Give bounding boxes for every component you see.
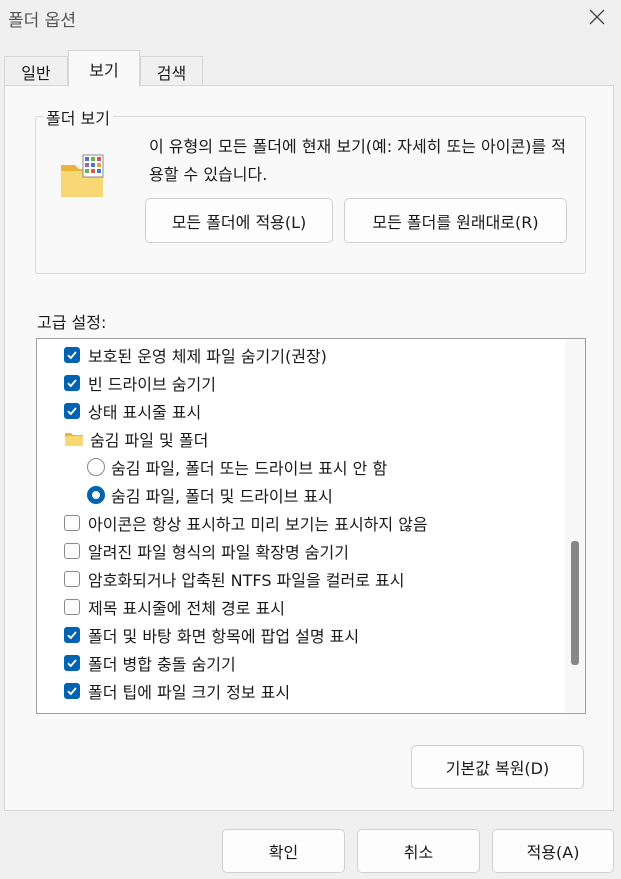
option-label: 숨김 파일 및 폴더 bbox=[90, 431, 209, 450]
checkbox-checked[interactable] bbox=[64, 375, 80, 391]
checkbox-option[interactable]: 폴더 병합 충돌 숨기기 bbox=[64, 649, 584, 677]
checkbox-option[interactable]: 암호화되거나 압축된 NTFS 파일을 컬러로 표시 bbox=[64, 565, 584, 593]
option-label: 알려진 파일 형식의 파일 확장명 숨기기 bbox=[88, 543, 349, 562]
checkmark-icon bbox=[67, 379, 77, 388]
option-label: 제목 표시줄에 전체 경로 표시 bbox=[88, 599, 285, 618]
list-scrollbar[interactable] bbox=[565, 339, 585, 713]
folder-view-icon bbox=[61, 154, 104, 197]
reset-folders-button[interactable]: 모든 폴더를 원래대로(R) bbox=[344, 198, 567, 243]
checkbox-checked[interactable] bbox=[64, 627, 80, 643]
advanced-settings-list[interactable]: 보호된 운영 체제 파일 숨기기(권장) 빈 드라이브 숨기기상태 표시줄 표시숨… bbox=[36, 338, 586, 714]
scrollbar-thumb[interactable] bbox=[571, 541, 579, 665]
radio-selected[interactable] bbox=[87, 486, 105, 504]
checkbox-checked[interactable] bbox=[64, 655, 80, 671]
checkbox-unchecked[interactable] bbox=[64, 543, 80, 559]
checkmark-icon bbox=[67, 687, 77, 696]
checkmark-icon bbox=[67, 659, 77, 668]
option-label: 상태 표시줄 표시 bbox=[88, 403, 202, 422]
checkbox-option[interactable]: 보호된 운영 체제 파일 숨기기(권장) bbox=[64, 341, 584, 369]
option-label: 암호화되거나 압축된 NTFS 파일을 컬러로 표시 bbox=[88, 571, 405, 590]
title-bar: 폴더 옵션 bbox=[0, 0, 621, 36]
checkbox-unchecked[interactable] bbox=[64, 599, 80, 615]
checkbox-checked[interactable] bbox=[64, 403, 80, 419]
ok-button[interactable]: 확인 bbox=[222, 829, 345, 873]
checkbox-option[interactable]: 빈 드라이브 숨기기 bbox=[64, 369, 584, 397]
tab-search[interactable]: 검색 bbox=[140, 56, 203, 86]
checkbox-checked[interactable] bbox=[64, 347, 80, 363]
checkbox-option[interactable]: 폴더 팁에 파일 크기 정보 표시 bbox=[64, 677, 584, 705]
folder-views-description: 이 유형의 모든 폴더에 현재 보기(예: 자세히 또는 아이콘)를 적용할 수… bbox=[149, 137, 566, 184]
window-title: 폴더 옵션 bbox=[8, 11, 76, 31]
restore-defaults-button[interactable]: 기본값 복원(D) bbox=[411, 745, 584, 789]
option-label: 아이콘은 항상 표시하고 미리 보기는 표시하지 않음 bbox=[88, 515, 428, 534]
folder-icon bbox=[64, 431, 84, 447]
checkbox-option[interactable]: 아이콘은 항상 표시하고 미리 보기는 표시하지 않음 bbox=[64, 509, 584, 537]
apply-button[interactable]: 적용(A) bbox=[492, 829, 614, 873]
option-label: 보호된 운영 체제 파일 숨기기(권장) bbox=[88, 347, 327, 366]
settings-group-header: 숨김 파일 및 폴더 bbox=[64, 425, 584, 453]
checkmark-icon bbox=[67, 407, 77, 416]
close-icon bbox=[589, 9, 605, 25]
checkbox-option[interactable]: 제목 표시줄에 전체 경로 표시 bbox=[64, 593, 584, 621]
folder-views-group: 폴더 보기 이 유형의 모든 폴더에 현재 보기(예: 자세히 또는 아이콘)를… bbox=[35, 105, 586, 274]
checkmark-icon bbox=[67, 631, 77, 640]
checkbox-option[interactable]: 폴더 및 바탕 화면 항목에 팝업 설명 표시 bbox=[64, 621, 584, 649]
radio-option[interactable]: 숨김 파일, 폴더 또는 드라이브 표시 안 함 bbox=[87, 453, 585, 481]
checkmark-icon bbox=[67, 351, 77, 360]
checkbox-checked[interactable] bbox=[64, 683, 80, 699]
checkbox-unchecked[interactable] bbox=[64, 571, 80, 587]
view-tab-panel: 폴더 보기 이 유형의 모든 폴더에 현재 보기(예: 자세히 또는 아이콘)를… bbox=[4, 85, 614, 811]
radio-unselected[interactable] bbox=[87, 458, 105, 476]
tab-strip: 일반 보기 검색 bbox=[0, 50, 621, 87]
tab-view[interactable]: 보기 bbox=[68, 50, 140, 87]
cancel-button[interactable]: 취소 bbox=[357, 829, 480, 873]
folder-views-legend: 폴더 보기 bbox=[43, 105, 113, 129]
close-button[interactable] bbox=[583, 4, 611, 30]
option-label: 폴더 팁에 파일 크기 정보 표시 bbox=[88, 683, 291, 702]
tab-general[interactable]: 일반 bbox=[4, 56, 68, 86]
checkbox-option[interactable]: 알려진 파일 형식의 파일 확장명 숨기기 bbox=[64, 537, 584, 565]
apply-to-folders-button[interactable]: 모든 폴더에 적용(L) bbox=[145, 198, 333, 243]
radio-option[interactable]: 숨김 파일, 폴더 및 드라이브 표시 bbox=[87, 481, 585, 509]
checkbox-option[interactable]: 상태 표시줄 표시 bbox=[64, 397, 584, 425]
option-label: 숨김 파일, 폴더 또는 드라이브 표시 안 함 bbox=[111, 459, 388, 478]
option-label: 폴더 및 바탕 화면 항목에 팝업 설명 표시 bbox=[88, 627, 360, 646]
advanced-settings-label: 고급 설정: bbox=[37, 313, 107, 332]
option-label: 숨김 파일, 폴더 및 드라이브 표시 bbox=[111, 487, 333, 506]
option-label: 빈 드라이브 숨기기 bbox=[88, 375, 216, 394]
checkbox-unchecked[interactable] bbox=[64, 515, 80, 531]
option-label: 폴더 병합 충돌 숨기기 bbox=[88, 655, 236, 674]
